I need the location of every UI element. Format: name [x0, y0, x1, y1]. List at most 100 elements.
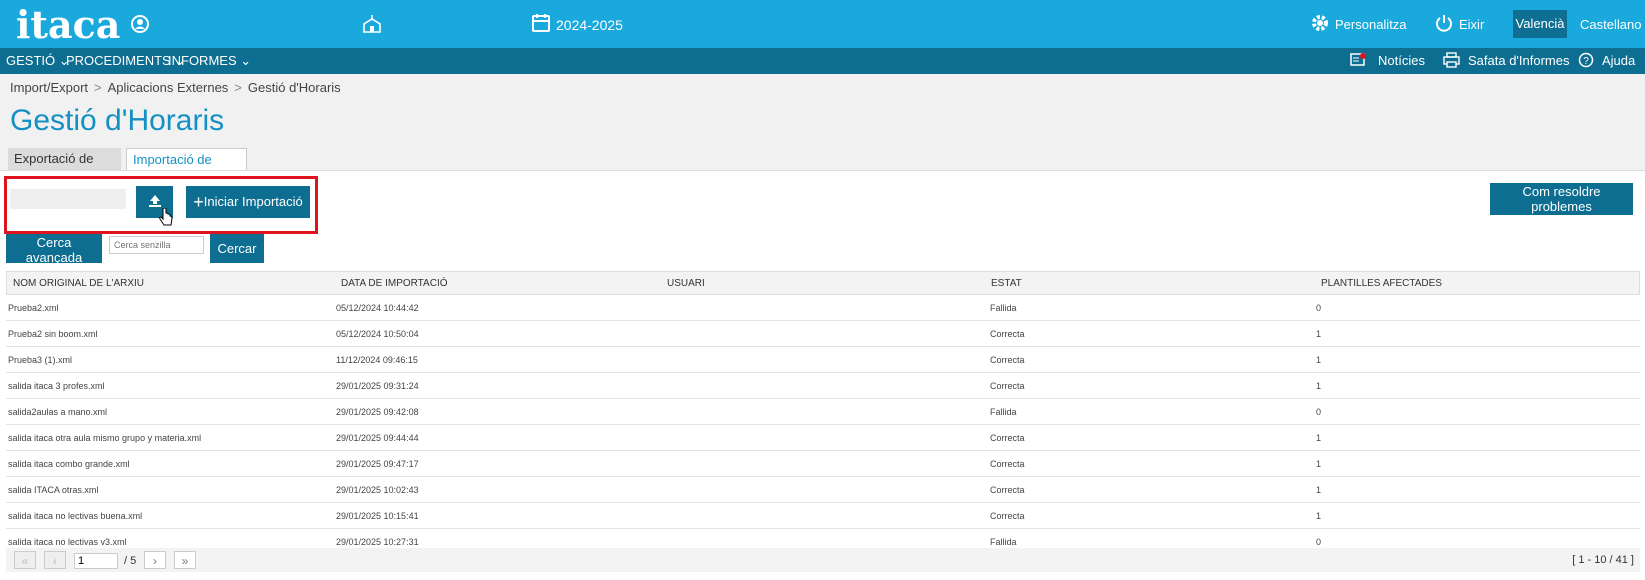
next-page-button[interactable]: › — [144, 551, 166, 569]
exit-link[interactable]: Eixir — [1459, 17, 1484, 32]
table-cell: 29/01/2025 09:47:17 — [336, 459, 419, 469]
table-cell: salida itaca combo grande.xml — [8, 459, 130, 469]
table-body: Prueba2.xml 05/12/2024 10:44:42 Fallida 0 Pr… — [6, 295, 1640, 555]
table-row[interactable]: Prueba2 sin boom.xml 05/12/2024 10:50:04 C… — [6, 321, 1640, 347]
itaca-logo[interactable]: itaca — [16, 2, 120, 47]
pager: « ‹ / 5 › » [ 1 - 10 / 41 ] — [6, 548, 1640, 572]
imports-table: NOM ORIGINAL DE L'ARXIU DATA DE IMPORTAC… — [6, 271, 1640, 555]
table-cell: Correcta — [990, 459, 1025, 469]
table-cell: salida itaca 3 profes.xml — [8, 381, 105, 391]
calendar-icon[interactable] — [532, 13, 550, 38]
first-page-button[interactable]: « — [14, 551, 36, 569]
table-cell: 0 — [1316, 407, 1322, 417]
table-row[interactable]: salida2aulas a mano.xml 29/01/2025 09:42:… — [6, 399, 1640, 425]
table-cell: 0 — [1316, 537, 1322, 547]
table-row[interactable]: Prueba2.xml 05/12/2024 10:44:42 Fallida 0 — [6, 295, 1640, 321]
simple-search-input[interactable] — [109, 236, 204, 254]
table-cell: Fallida — [990, 407, 1017, 417]
chevron-right-icon: > — [94, 80, 102, 95]
school-year[interactable]: 2024-2025 — [556, 17, 623, 33]
breadcrumb-item[interactable]: Aplicacions Externes — [108, 80, 229, 95]
lang-castellano[interactable]: Castellano — [1580, 17, 1641, 32]
table-cell: Fallida — [990, 537, 1017, 547]
school-icon[interactable] — [362, 14, 382, 39]
table-cell: 29/01/2025 09:42:08 — [336, 407, 419, 417]
column-header[interactable]: PLANTILLES AFECTADES — [1321, 278, 1442, 289]
table-cell: Prueba2.xml — [8, 303, 59, 313]
page-total: / 5 — [124, 555, 137, 567]
table-cell: Prueba2 sin boom.xml — [8, 329, 98, 339]
table-cell: 29/01/2025 10:27:31 — [336, 537, 419, 547]
breadcrumb: Import/Export > Aplicacions Externes > Gesti… — [10, 80, 341, 95]
last-page-button[interactable]: » — [174, 551, 196, 569]
prev-page-button[interactable]: ‹ — [44, 551, 66, 569]
lang-valencia[interactable]: Valencià — [1513, 10, 1567, 38]
table-row[interactable]: salida itaca 3 profes.xml 29/01/2025 09:3… — [6, 373, 1640, 399]
table-cell: 1 — [1316, 511, 1322, 521]
column-header[interactable]: NOM ORIGINAL DE L'ARXIU — [13, 278, 144, 289]
news-link[interactable]: Notícies — [1378, 53, 1425, 68]
table-cell: 1 — [1316, 459, 1322, 469]
table-cell: Correcta — [990, 511, 1025, 521]
reports-tray-link[interactable]: Safata d'Informes — [1468, 53, 1569, 68]
table-cell: 29/01/2025 09:31:24 — [336, 381, 419, 391]
top-bar: itaca 2024-2025 Personalitza Eixir Valen… — [0, 0, 1645, 48]
table-cell: salida itaca no lectivas v3.xml — [8, 537, 127, 547]
table-cell: Correcta — [990, 329, 1025, 339]
table-row[interactable]: salida itaca combo grande.xml 29/01/2025 … — [6, 451, 1640, 477]
svg-text:?: ? — [1583, 56, 1589, 67]
table-cell: 0 — [1316, 303, 1322, 313]
table-row[interactable]: salida itaca no lectivas buena.xml 29/01/… — [6, 503, 1640, 529]
table-cell: 1 — [1316, 381, 1322, 391]
column-header[interactable]: ESTAT — [991, 278, 1022, 289]
column-header[interactable]: DATA DE IMPORTACIÓ — [341, 278, 448, 289]
table-cell: salida itaca otra aula mismo grupo y mat… — [8, 433, 202, 443]
resolve-problems-button[interactable]: Com resoldre problemes — [1490, 183, 1633, 215]
table-cell: 11/12/2024 09:46:15 — [336, 355, 418, 365]
power-icon[interactable] — [1434, 13, 1454, 38]
column-header[interactable]: USUARI — [667, 278, 705, 289]
table-cell: Correcta — [990, 433, 1025, 443]
table-row[interactable]: Prueba3 (1).xml 11/12/2024 09:46:15 Correc… — [6, 347, 1640, 373]
table-cell: 29/01/2025 10:02:43 — [336, 485, 419, 495]
menu-gestio[interactable]: GESTIÓ ⌄ — [6, 53, 70, 69]
table-cell: 1 — [1316, 433, 1322, 443]
hand-cursor-icon — [158, 207, 174, 233]
table-cell: Correcta — [990, 381, 1025, 391]
news-icon[interactable] — [1350, 52, 1367, 70]
breadcrumb-item[interactable]: Import/Export — [10, 80, 88, 95]
table-cell: 05/12/2024 10:44:42 — [336, 303, 419, 313]
record-range: [ 1 - 10 / 41 ] — [1572, 554, 1634, 566]
table-cell: salida ITACA otras.xml — [8, 485, 99, 495]
page-title: Gestió d'Horaris — [10, 104, 225, 137]
tab-importacio[interactable]: Importació de horaris — [126, 148, 247, 189]
table-cell: 05/12/2024 10:50:04 — [336, 329, 419, 339]
table-row[interactable]: salida itaca otra aula mismo grupo y mat… — [6, 425, 1640, 451]
table-cell: 29/01/2025 09:44:44 — [336, 433, 419, 443]
table-cell: Prueba3 (1).xml — [8, 355, 73, 365]
help-link[interactable]: Ajuda — [1602, 53, 1635, 68]
table-cell: 1 — [1316, 485, 1322, 495]
personalize-link[interactable]: Personalitza — [1335, 17, 1407, 32]
table-row[interactable]: salida ITACA otras.xml 29/01/2025 10:02:4… — [6, 477, 1640, 503]
table-cell: Correcta — [990, 485, 1025, 495]
chevron-right-icon: > — [234, 80, 242, 95]
search-button[interactable]: Cercar — [210, 234, 264, 263]
help-icon[interactable]: ? — [1578, 52, 1594, 71]
table-cell: 29/01/2025 10:15:41 — [336, 511, 419, 521]
gear-icon[interactable] — [1310, 13, 1330, 38]
advanced-search-button[interactable]: Cerca avançada — [6, 234, 102, 265]
breadcrumb-item[interactable]: Gestió d'Horaris — [248, 80, 341, 95]
table-cell: Fallida — [990, 303, 1017, 313]
tab-exportacio[interactable]: Exportació de horaris — [8, 148, 121, 188]
chevron-down-icon: ⌄ — [240, 53, 252, 68]
table-header: NOM ORIGINAL DE L'ARXIU DATA DE IMPORTAC… — [6, 271, 1640, 295]
user-icon[interactable] — [130, 14, 150, 39]
table-cell: salida itaca no lectivas buena.xml — [8, 511, 143, 521]
table-cell: Correcta — [990, 355, 1025, 365]
menu-informes[interactable]: INFORMES ⌄ — [168, 53, 251, 69]
table-cell: 1 — [1316, 355, 1322, 365]
page-number-input[interactable] — [74, 553, 118, 569]
printer-icon[interactable] — [1443, 52, 1460, 71]
table-cell: salida2aulas a mano.xml — [8, 407, 108, 417]
